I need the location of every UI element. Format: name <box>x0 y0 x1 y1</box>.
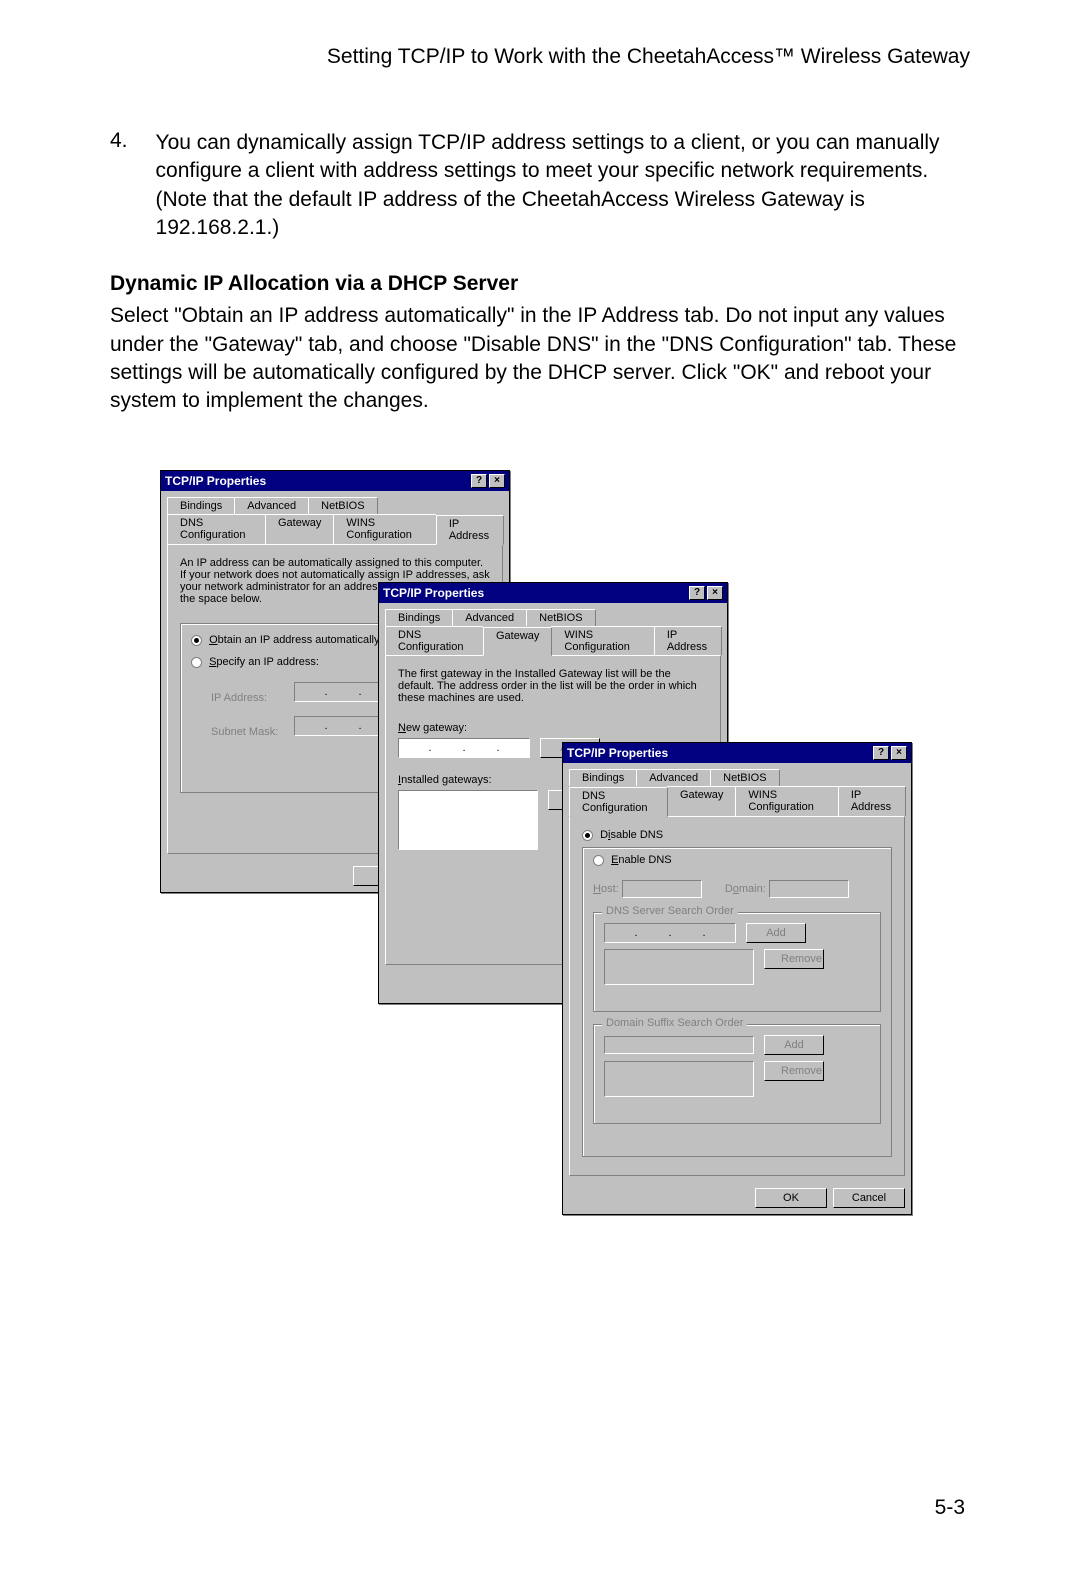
section-heading: Dynamic IP Allocation via a DHCP Server <box>110 272 970 296</box>
dialog-title: TCP/IP Properties <box>165 474 469 488</box>
page-number: 5-3 <box>935 1496 965 1520</box>
dialog-title: TCP/IP Properties <box>567 746 871 760</box>
domain-label: Domain: <box>725 883 766 895</box>
close-icon[interactable]: × <box>707 586 723 600</box>
titlebar[interactable]: TCP/IP Properties ? × <box>379 583 727 603</box>
help-icon[interactable]: ? <box>873 746 889 760</box>
tab-winsconfig[interactable]: WINS Configuration <box>333 514 436 544</box>
tab-bindings[interactable]: Bindings <box>385 609 453 626</box>
domain-input <box>769 880 849 898</box>
radio-disable-dns[interactable] <box>582 830 593 841</box>
list-number: 4. <box>110 129 128 242</box>
dns-search-order-label: DNS Server Search Order <box>602 905 738 917</box>
cancel-button[interactable]: Cancel <box>833 1188 905 1208</box>
tab-ipaddress[interactable]: IP Address <box>838 786 906 816</box>
tab-winsconfig[interactable]: WINS Configuration <box>735 786 838 816</box>
tab-netbios[interactable]: NetBIOS <box>308 497 377 514</box>
help-icon[interactable]: ? <box>471 474 487 488</box>
tab-winsconfig[interactable]: WINS Configuration <box>551 626 654 655</box>
tab-ipaddress[interactable]: IP Address <box>654 626 722 655</box>
ok-button[interactable]: OK <box>755 1188 827 1208</box>
tab-advanced[interactable]: Advanced <box>234 497 309 514</box>
tab-bindings[interactable]: Bindings <box>167 497 235 514</box>
titlebar[interactable]: TCP/IP Properties ? × <box>563 743 911 763</box>
radio-specify-ip-label: Specify an IP address: <box>209 656 319 668</box>
suffix-add-button[interactable]: Add <box>764 1035 824 1055</box>
radio-specify-ip[interactable] <box>191 657 202 668</box>
close-icon[interactable]: × <box>489 474 505 488</box>
tabs-row-2: DNS Configuration Gateway WINS Configura… <box>379 626 727 655</box>
domain-suffix-list <box>604 1061 754 1097</box>
domain-suffix-label: Domain Suffix Search Order <box>602 1017 747 1029</box>
tab-dnsconfig[interactable]: DNS Configuration <box>385 626 484 655</box>
list-body: You can dynamically assign TCP/IP addres… <box>156 129 970 242</box>
tabs-row-1: Bindings Advanced NetBIOS <box>161 491 509 514</box>
suffix-remove-button[interactable]: Remove <box>764 1061 824 1081</box>
installed-gateways-list[interactable] <box>398 790 538 850</box>
host-label: Host: <box>593 883 619 895</box>
radio-obtain-ip-label: Obtain an IP address automatically <box>209 634 379 646</box>
tab-dnsconfig[interactable]: DNS Configuration <box>569 787 668 817</box>
new-gateway-label: New gateway: <box>398 722 708 734</box>
tabs-row-1: Bindings Advanced NetBIOS <box>563 763 911 786</box>
dns-remove-button[interactable]: Remove <box>764 949 824 969</box>
tab-gateway[interactable]: Gateway <box>265 514 334 544</box>
gateway-description: The first gateway in the Installed Gatew… <box>398 668 708 704</box>
tab-advanced[interactable]: Advanced <box>636 769 711 786</box>
tab-advanced[interactable]: Advanced <box>452 609 527 626</box>
tab-gateway[interactable]: Gateway <box>483 627 552 656</box>
section-body: Select "Obtain an IP address automatical… <box>110 302 970 415</box>
tab-netbios[interactable]: NetBIOS <box>526 609 595 626</box>
dns-add-button[interactable]: Add <box>746 923 806 943</box>
new-gateway-input[interactable]: ... <box>398 738 530 758</box>
host-input <box>622 880 702 898</box>
radio-disable-dns-label: Disable DNS <box>600 829 663 841</box>
titlebar[interactable]: TCP/IP Properties ? × <box>161 471 509 491</box>
tcpip-dialog-dns: TCP/IP Properties ? × Bindings Advanced … <box>562 742 912 1215</box>
dialog-title: TCP/IP Properties <box>383 586 687 600</box>
radio-obtain-ip[interactable] <box>191 635 202 646</box>
subnet-mask-label: Subnet Mask: <box>211 726 291 738</box>
tab-ipaddress[interactable]: IP Address <box>436 515 504 545</box>
tab-gateway[interactable]: Gateway <box>667 786 736 816</box>
page-header: Setting TCP/IP to Work with the CheetahA… <box>110 45 970 69</box>
radio-enable-dns-label: Enable DNS <box>611 854 672 866</box>
tabs-row-2: DNS Configuration Gateway WINS Configura… <box>161 514 509 544</box>
radio-enable-dns[interactable] <box>593 855 604 866</box>
domain-suffix-input <box>604 1036 754 1054</box>
tabs-row-1: Bindings Advanced NetBIOS <box>379 603 727 626</box>
help-icon[interactable]: ? <box>689 586 705 600</box>
close-icon[interactable]: × <box>891 746 907 760</box>
ip-address-label: IP Address: <box>211 692 291 704</box>
dns-server-input: ... <box>604 923 736 943</box>
tab-netbios[interactable]: NetBIOS <box>710 769 779 786</box>
tab-dnsconfig[interactable]: DNS Configuration <box>167 514 266 544</box>
tabs-row-2: DNS Configuration Gateway WINS Configura… <box>563 786 911 816</box>
tab-bindings[interactable]: Bindings <box>569 769 637 786</box>
dns-server-list <box>604 949 754 985</box>
